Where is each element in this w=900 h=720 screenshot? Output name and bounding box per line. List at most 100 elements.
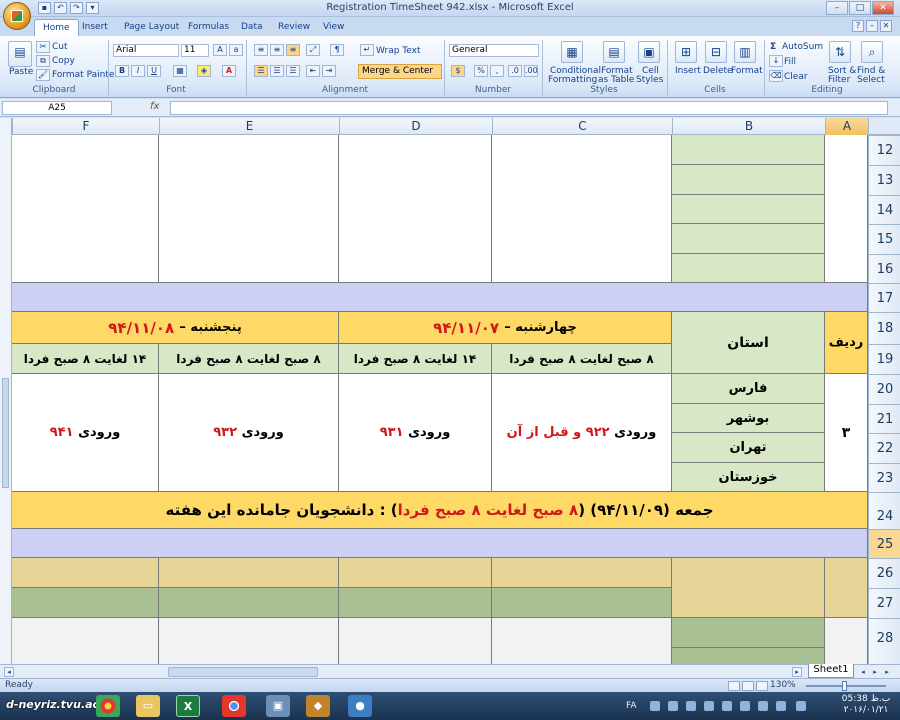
sort-filter-icon[interactable]: ⇅: [829, 41, 851, 63]
copy-icon[interactable]: ⧉: [36, 55, 50, 67]
comma-button[interactable]: ,: [490, 65, 504, 77]
conditional-formatting-icon[interactable]: ▦: [561, 41, 583, 63]
cell-e26[interactable]: [159, 558, 339, 588]
row-header[interactable]: 12: [869, 135, 900, 165]
row-header[interactable]: 16: [869, 254, 900, 283]
cell-styles-icon[interactable]: ▣: [638, 41, 660, 63]
row-header[interactable]: 18: [869, 312, 900, 344]
autosum-button[interactable]: AutoSum: [782, 42, 823, 52]
insert-cells-icon[interactable]: ⊞: [675, 41, 697, 63]
cell-b26[interactable]: [672, 558, 825, 618]
row-header[interactable]: 14: [869, 195, 900, 224]
sort-filter-button-line2[interactable]: Filter: [828, 75, 850, 85]
cell-c26[interactable]: [492, 558, 672, 588]
font-size-box[interactable]: 11: [181, 44, 209, 57]
cell-styles-button-line2[interactable]: Styles: [636, 75, 663, 85]
province-khuzestan[interactable]: خوزستان: [672, 463, 825, 492]
entry-f20[interactable]: ورودی ۹۴۱: [12, 374, 159, 492]
cell-b14[interactable]: [672, 195, 825, 224]
zoom-slider-handle[interactable]: [842, 681, 847, 691]
fill-icon[interactable]: ↓: [769, 55, 783, 67]
cell-d26[interactable]: [339, 558, 492, 588]
cell-b16[interactable]: [672, 254, 825, 283]
format-cells-button[interactable]: Format: [731, 66, 763, 76]
tray-icon[interactable]: [650, 701, 660, 711]
last-sheet-icon[interactable]: ▸: [882, 667, 892, 677]
bold-button[interactable]: B: [115, 65, 129, 77]
number-format-box[interactable]: General: [449, 44, 539, 57]
font-color-icon[interactable]: A: [222, 65, 236, 77]
grow-font-icon[interactable]: A: [213, 44, 227, 56]
ribbon-close-icon[interactable]: ✕: [880, 20, 892, 32]
province-fars[interactable]: فارس: [672, 374, 825, 404]
tab-page-layout[interactable]: Page Layout: [116, 19, 187, 36]
page-break-view-icon[interactable]: [756, 681, 768, 691]
insert-cells-button[interactable]: Insert: [675, 66, 701, 76]
cell-c28[interactable]: [492, 618, 672, 664]
cut-icon[interactable]: ✂: [36, 41, 50, 53]
merge-center-button[interactable]: Merge & Center: [362, 66, 433, 76]
orientation-icon[interactable]: ⤢: [306, 44, 320, 56]
conditional-formatting-button-line2[interactable]: Formatting: [548, 75, 597, 85]
align-middle-icon[interactable]: ≡: [270, 44, 284, 56]
increase-indent-icon[interactable]: ⇥: [322, 65, 336, 77]
cell-a28[interactable]: [825, 618, 868, 664]
cell-f27[interactable]: [12, 588, 159, 618]
find-select-button-line2[interactable]: Select: [857, 75, 885, 85]
file-explorer-taskbar-icon[interactable]: ▭: [136, 695, 160, 717]
format-painter-icon[interactable]: 🖌: [36, 69, 50, 81]
cell-b28[interactable]: [672, 618, 825, 648]
radif-header[interactable]: ردیف: [825, 312, 868, 374]
tab-data[interactable]: Data: [233, 19, 271, 36]
align-left-icon[interactable]: ☰: [254, 65, 268, 77]
network-icon[interactable]: [758, 701, 768, 711]
column-header-c[interactable]: C: [492, 118, 672, 135]
cell-b13[interactable]: [672, 165, 825, 195]
ribbon-minimize-icon[interactable]: –: [866, 20, 878, 32]
font-name-box[interactable]: Arial: [113, 44, 179, 57]
paste-button[interactable]: Paste: [9, 67, 33, 77]
next-sheet-icon[interactable]: ▸: [870, 667, 880, 677]
format-as-table-button-line2[interactable]: as Table: [598, 75, 634, 85]
underline-button[interactable]: U: [147, 65, 161, 77]
row-header[interactable]: 19: [869, 344, 900, 374]
name-box[interactable]: A25: [2, 101, 112, 115]
sheet-tab-sheet1[interactable]: Sheet1: [808, 664, 854, 678]
row-header[interactable]: 25: [869, 529, 900, 558]
fill-color-icon[interactable]: ◈: [197, 65, 211, 77]
vertical-scroll-thumb[interactable]: [2, 378, 9, 488]
slot-c19[interactable]: ۸ صبح لغایت ۸ صبح فردا: [492, 344, 672, 374]
battery-icon[interactable]: [796, 701, 806, 711]
minimize-button[interactable]: –: [826, 1, 848, 15]
first-sheet-icon[interactable]: ◂: [858, 667, 868, 677]
scroll-left-icon[interactable]: ◂: [4, 667, 14, 677]
slot-e19[interactable]: ۸ صبح لغایت ۸ صبح فردا: [159, 344, 339, 374]
maximize-button[interactable]: □: [849, 1, 871, 15]
cell-f26[interactable]: [12, 558, 159, 588]
tab-insert[interactable]: Insert: [74, 19, 116, 36]
close-button[interactable]: ✕: [872, 1, 894, 15]
borders-icon[interactable]: ▦: [173, 65, 187, 77]
clear-icon[interactable]: ⌫: [769, 70, 783, 82]
increase-decimal-icon[interactable]: .0: [508, 65, 522, 77]
find-select-icon[interactable]: ⌕: [861, 41, 883, 63]
select-all-corner[interactable]: [868, 118, 900, 135]
cell-e28[interactable]: [159, 618, 339, 664]
horizontal-scroll-thumb[interactable]: [168, 667, 318, 677]
wrap-text-button[interactable]: Wrap Text: [376, 46, 421, 56]
cell-d27[interactable]: [339, 588, 492, 618]
customize-qat-icon[interactable]: ▾: [86, 2, 99, 14]
cell-f12[interactable]: [12, 135, 159, 283]
cut-button[interactable]: Cut: [52, 42, 68, 52]
row-header[interactable]: 17: [869, 283, 900, 312]
tray-icon[interactable]: [686, 701, 696, 711]
vertical-scrollbar[interactable]: [0, 118, 12, 664]
row-header[interactable]: 26: [869, 558, 900, 588]
redo-icon[interactable]: ↷: [70, 2, 83, 14]
row-header[interactable]: 22: [869, 433, 900, 463]
clear-button[interactable]: Clear: [784, 72, 808, 82]
format-cells-icon[interactable]: ▥: [734, 41, 756, 63]
column-header-f[interactable]: F: [12, 118, 159, 135]
formula-input[interactable]: [170, 101, 888, 115]
shrink-font-icon[interactable]: a: [229, 44, 243, 56]
